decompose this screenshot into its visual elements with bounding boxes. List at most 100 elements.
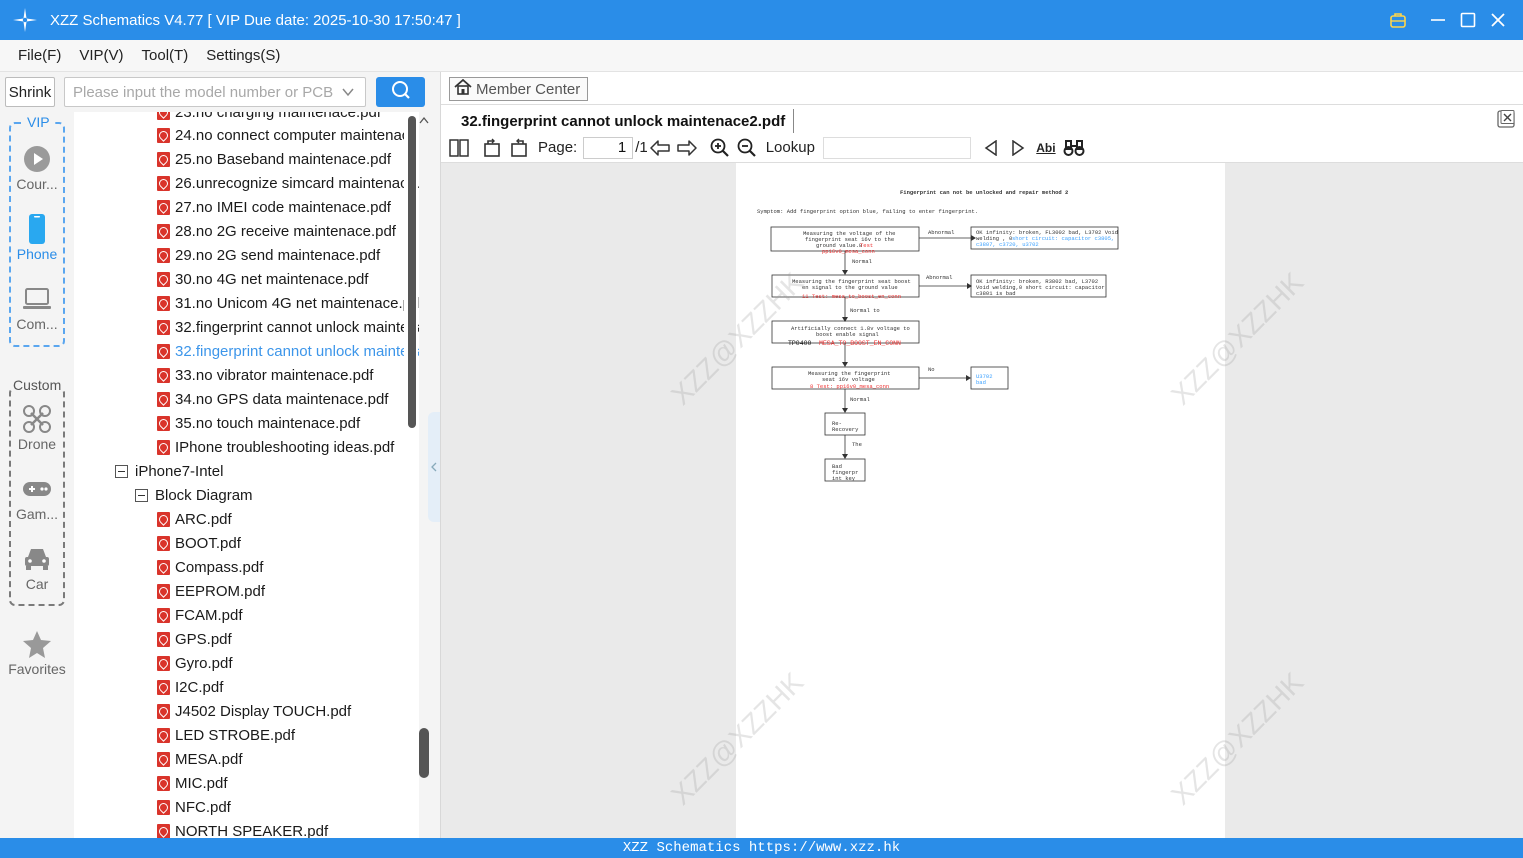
search-input[interactable] bbox=[73, 83, 335, 101]
tree-file-item[interactable]: Compass.pdf bbox=[157, 555, 263, 579]
vip-bag-icon[interactable] bbox=[1383, 0, 1413, 40]
nav-game[interactable]: Gam... bbox=[0, 472, 74, 522]
nav-phone[interactable]: Phone bbox=[0, 212, 74, 262]
find-previous-icon[interactable] bbox=[979, 136, 1003, 160]
tree-file-label: NORTH SPEAKER.pdf bbox=[175, 822, 329, 839]
tree-file-item[interactable]: 28.no 2G receive maintenace.pdf bbox=[157, 219, 396, 243]
pdf-file-icon bbox=[157, 703, 170, 719]
minimize-button[interactable] bbox=[1423, 0, 1453, 40]
collapse-panel-handle[interactable] bbox=[428, 412, 440, 522]
tree-file-item[interactable]: 33.no vibrator maintenace.pdf bbox=[157, 363, 373, 387]
tree-file-item[interactable]: LED STROBE.pdf bbox=[157, 723, 295, 747]
tree-file-item[interactable]: ARC.pdf bbox=[157, 507, 232, 531]
tree-file-item[interactable]: 31.no Unicom 4G net maintenace.pdf bbox=[157, 291, 419, 315]
tree-file-item[interactable]: 29.no 2G send maintenace.pdf bbox=[157, 243, 380, 267]
pdf-file-icon bbox=[157, 199, 170, 215]
nav-favorites[interactable]: Favorites bbox=[0, 627, 74, 677]
tree-file-item[interactable]: 34.no GPS data maintenace.pdf bbox=[157, 387, 388, 411]
play-icon bbox=[0, 142, 74, 176]
tree-file-item[interactable]: 30.no 4G net maintenace.pdf bbox=[157, 267, 368, 291]
tree-file-item[interactable]: 27.no IMEI code maintenace.pdf bbox=[157, 195, 391, 219]
lookup-input[interactable] bbox=[822, 136, 971, 159]
car-icon bbox=[0, 542, 74, 576]
tree-file-item[interactable]: 24.no connect computer maintenace.pdf bbox=[157, 123, 419, 147]
tree-file-item[interactable]: NFC.pdf bbox=[157, 795, 231, 819]
tab-title: 32.fingerprint cannot unlock maintenace2… bbox=[461, 112, 786, 130]
menu-vip[interactable]: VIP(V) bbox=[71, 47, 131, 64]
maximize-button[interactable] bbox=[1453, 0, 1483, 40]
menu-tool[interactable]: Tool(T) bbox=[134, 47, 197, 64]
tree-file-label: GPS.pdf bbox=[175, 630, 232, 648]
next-page-arrow-icon[interactable] bbox=[675, 136, 699, 160]
tree-file-label: 31.no Unicom 4G net maintenace.pdf bbox=[175, 294, 419, 312]
member-center-button[interactable]: Member Center bbox=[449, 77, 588, 101]
normal-4: Normal bbox=[850, 396, 870, 403]
tree-file-item[interactable]: EEPROM.pdf bbox=[157, 579, 265, 603]
tree-file-label: FCAM.pdf bbox=[175, 606, 243, 624]
pdf-heading: Fingerprint can not be unlocked and repa… bbox=[900, 189, 1068, 196]
scroll-up-arrow-icon[interactable] bbox=[418, 112, 430, 128]
tree-file-label: LED STROBE.pdf bbox=[175, 726, 296, 744]
previous-page-arrow-icon[interactable] bbox=[648, 136, 672, 160]
nav-car[interactable]: Car bbox=[0, 542, 74, 592]
tree-file-item[interactable]: MESA.pdf bbox=[157, 747, 243, 771]
pdf-canvas[interactable]: Fingerprint can not be unlocked and repa… bbox=[441, 163, 1523, 838]
tree-scrollbar-thumb[interactable] bbox=[408, 116, 416, 428]
tree-file-item[interactable]: 32.fingerprint cannot unlock maintenace2… bbox=[157, 339, 419, 363]
binoculars-icon[interactable] bbox=[1062, 136, 1086, 160]
pdf-file-icon bbox=[157, 511, 170, 527]
collapse-toggle-icon[interactable] bbox=[135, 488, 148, 502]
tree-file-item[interactable]: 25.no Baseband maintenace.pdf bbox=[157, 147, 391, 171]
lookup-label: Lookup bbox=[765, 139, 815, 156]
pdf-file-icon bbox=[157, 223, 170, 239]
tree-file-label: EEPROM.pdf bbox=[175, 582, 266, 600]
tree-folder-item[interactable]: Block Diagram bbox=[135, 483, 253, 507]
tree-file-item[interactable]: NORTH SPEAKER.pdf bbox=[157, 819, 328, 838]
menu-settings[interactable]: Settings(S) bbox=[198, 47, 288, 64]
close-button[interactable] bbox=[1483, 0, 1513, 40]
tree-file-item[interactable]: GPS.pdf bbox=[157, 627, 232, 651]
close-tab-icon[interactable] bbox=[1497, 110, 1515, 133]
tree-file-item[interactable]: J4502 Display TOUCH.pdf bbox=[157, 699, 351, 723]
nav-courses[interactable]: Cour... bbox=[0, 142, 74, 192]
tree-file-item[interactable]: I2C.pdf bbox=[157, 675, 223, 699]
menu-file[interactable]: File(F) bbox=[10, 47, 69, 64]
tree-file-item[interactable]: 26.unrecognize simcard maintenace.pdf bbox=[157, 171, 419, 195]
outer-scrollbar-thumb[interactable] bbox=[419, 728, 429, 778]
tree-folder-item[interactable]: iPhone7-Intel bbox=[115, 459, 223, 483]
tab-active-document[interactable]: 32.fingerprint cannot unlock maintenace2… bbox=[453, 109, 795, 133]
match-case-icon[interactable]: Abi bbox=[1033, 136, 1059, 160]
tree-file-label: I2C.pdf bbox=[175, 678, 224, 696]
pdf-file-icon bbox=[157, 271, 170, 287]
tree-file-item[interactable]: BOOT.pdf bbox=[157, 531, 241, 555]
zoom-in-icon[interactable] bbox=[708, 136, 732, 160]
pdf-toolbar: Page: /1 Lookup Abi bbox=[441, 133, 1523, 163]
tree-file-item[interactable]: 32.fingerprint cannot unlock maintenace.… bbox=[157, 315, 419, 339]
zoom-out-icon[interactable] bbox=[735, 136, 759, 160]
tree-file-label: J4502 Display TOUCH.pdf bbox=[175, 702, 352, 720]
find-next-icon[interactable] bbox=[1006, 136, 1030, 160]
tree-file-item[interactable]: Gyro.pdf bbox=[157, 651, 233, 675]
category-nav: VIP Cour... Phone Com... Custom Drone Ga… bbox=[0, 112, 74, 838]
rotate-left-icon[interactable] bbox=[480, 136, 504, 160]
nav-computer[interactable]: Com... bbox=[0, 282, 74, 332]
pdf-file-icon bbox=[157, 775, 170, 791]
search-button[interactable] bbox=[376, 77, 425, 107]
normal-1: Normal bbox=[852, 258, 872, 265]
collapse-toggle-icon[interactable] bbox=[115, 464, 128, 478]
chevron-down-icon[interactable] bbox=[341, 85, 355, 103]
page-number-input[interactable] bbox=[583, 136, 634, 159]
nav-drone[interactable]: Drone bbox=[0, 402, 74, 452]
tree-file-item[interactable]: 35.no touch maintenace.pdf bbox=[157, 411, 360, 435]
pdf-file-icon bbox=[157, 799, 170, 815]
tree-folder-label: iPhone7-Intel bbox=[135, 462, 224, 480]
tree-file-item[interactable]: IPhone troubleshooting ideas.pdf bbox=[157, 435, 394, 459]
pdf-file-icon bbox=[157, 655, 170, 671]
two-page-view-icon[interactable] bbox=[447, 136, 471, 160]
shrink-button[interactable]: Shrink bbox=[5, 77, 55, 107]
pdf-file-icon bbox=[157, 535, 170, 551]
tree-file-item[interactable]: FCAM.pdf bbox=[157, 603, 243, 627]
tree-file-item[interactable]: MIC.pdf bbox=[157, 771, 228, 795]
rotate-right-icon[interactable] bbox=[507, 136, 531, 160]
window-title: XZZ Schematics V4.77 [ VIP Due date: 202… bbox=[50, 11, 461, 29]
